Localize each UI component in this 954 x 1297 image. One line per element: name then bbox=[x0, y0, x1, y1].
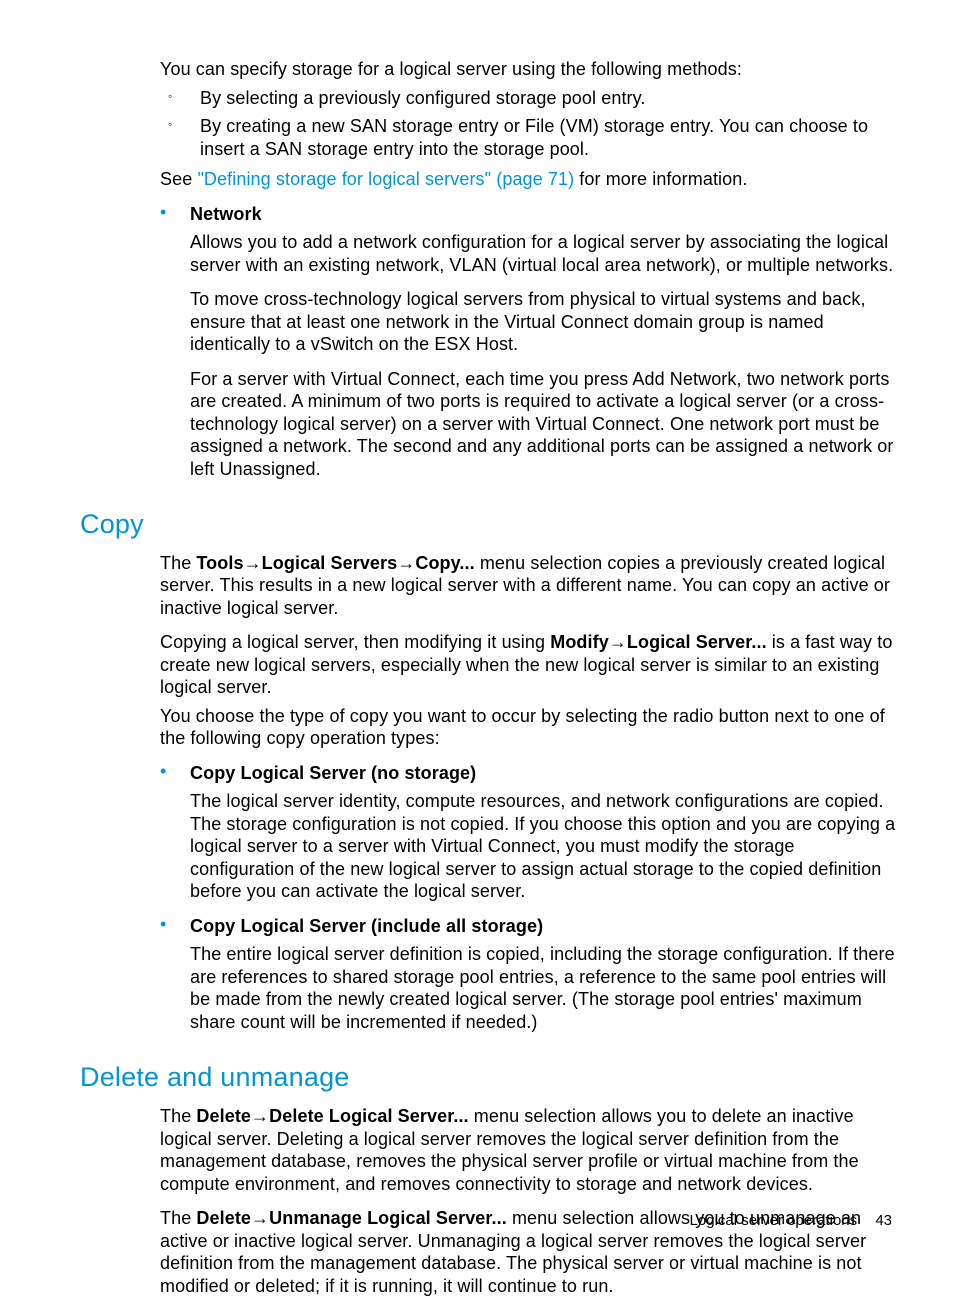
list-item: Copy Logical Server (include all storage… bbox=[156, 915, 900, 1034]
network-paragraph-1: Allows you to add a network configuratio… bbox=[190, 231, 900, 276]
text: See bbox=[160, 169, 197, 189]
copy-items-list: Copy Logical Server (no storage) The log… bbox=[156, 762, 900, 1034]
list-item: Copy Logical Server (no storage) The log… bbox=[156, 762, 900, 903]
network-bullet: Network Allows you to add a network conf… bbox=[156, 203, 900, 481]
text: The bbox=[160, 1106, 196, 1126]
copy-item-body: The logical server identity, compute res… bbox=[190, 790, 900, 903]
menu-path: Tools→Logical Servers→Copy... bbox=[196, 553, 474, 573]
copy-item-body: The entire logical server definition is … bbox=[190, 943, 900, 1033]
network-paragraph-2: To move cross-technology logical servers… bbox=[190, 288, 900, 356]
list-item: By selecting a previously configured sto… bbox=[160, 87, 900, 110]
page-number: 43 bbox=[875, 1212, 892, 1229]
intro-bullet-list: By selecting a previously configured sto… bbox=[160, 87, 900, 161]
menu-path: Modify→Logical Server... bbox=[550, 632, 766, 652]
list-item: Network Allows you to add a network conf… bbox=[156, 203, 900, 481]
menu-path: Delete→Delete Logical Server... bbox=[196, 1106, 468, 1126]
content-column: You can specify storage for a logical se… bbox=[160, 58, 900, 1297]
delete-paragraph-1: The Delete→Delete Logical Server... menu… bbox=[160, 1105, 900, 1195]
page: You can specify storage for a logical se… bbox=[0, 0, 954, 1271]
network-heading: Network bbox=[190, 203, 900, 226]
text: Copying a logical server, then modifying… bbox=[160, 632, 550, 652]
delete-heading: Delete and unmanage bbox=[80, 1061, 900, 1095]
menu-path: Delete→Unmanage Logical Server... bbox=[196, 1208, 506, 1228]
copy-paragraph-2: Copying a logical server, then modifying… bbox=[160, 631, 900, 699]
page-footer: Logical server operations 43 bbox=[690, 1212, 892, 1229]
copy-item-title: Copy Logical Server (no storage) bbox=[190, 762, 900, 785]
defining-storage-link[interactable]: "Defining storage for logical servers" (… bbox=[197, 169, 574, 189]
copy-paragraph-1: The Tools→Logical Servers→Copy... menu s… bbox=[160, 552, 900, 620]
copy-heading: Copy bbox=[80, 508, 900, 542]
network-paragraph-3: For a server with Virtual Connect, each … bbox=[190, 368, 900, 481]
footer-label: Logical server operations bbox=[690, 1212, 858, 1229]
intro-paragraph: You can specify storage for a logical se… bbox=[160, 58, 900, 81]
text: The bbox=[160, 1208, 196, 1228]
text: The bbox=[160, 553, 196, 573]
text: for more information. bbox=[574, 169, 747, 189]
copy-item-title: Copy Logical Server (include all storage… bbox=[190, 915, 900, 938]
copy-paragraph-3: You choose the type of copy you want to … bbox=[160, 705, 900, 750]
list-item: By creating a new SAN storage entry or F… bbox=[160, 115, 900, 160]
see-also-paragraph: See "Defining storage for logical server… bbox=[160, 168, 900, 191]
